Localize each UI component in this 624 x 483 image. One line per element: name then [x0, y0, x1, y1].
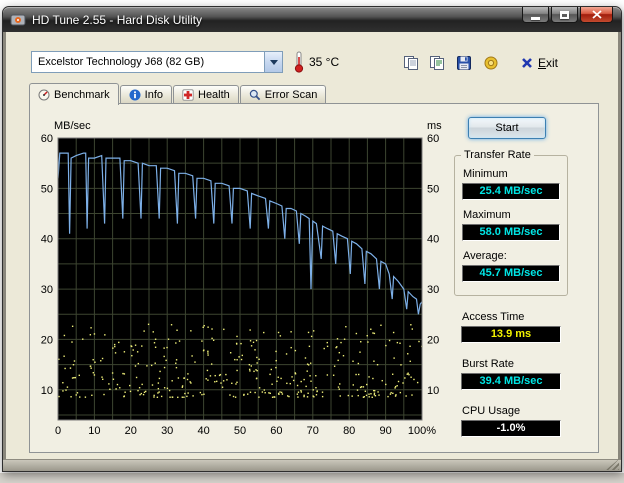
cpu-usage-stat: CPU Usage -1.0%: [454, 405, 568, 437]
drive-selector-value: Excelstor Technology J68 (82 GB): [38, 56, 205, 68]
tab-error-scan[interactable]: Error Scan: [239, 85, 327, 104]
app-window: HD Tune 2.55 - Hard Disk Utility Excelst…: [2, 6, 622, 472]
drive-selector[interactable]: Excelstor Technology J68 (82 GB): [31, 51, 283, 73]
svg-text:50: 50: [234, 425, 246, 437]
svg-text:10: 10: [88, 425, 100, 437]
cpu-usage-label: CPU Usage: [462, 405, 521, 417]
svg-text:20: 20: [41, 334, 53, 346]
svg-text:30: 30: [161, 425, 173, 437]
svg-text:80: 80: [343, 425, 355, 437]
svg-text:20: 20: [125, 425, 137, 437]
svg-text:40: 40: [427, 234, 439, 246]
minimum-value: 25.4 MB/sec: [462, 183, 560, 200]
results-panel: Start Transfer Rate Minimum 25.4 MB/sec …: [454, 108, 574, 437]
tab-health[interactable]: Health: [173, 85, 239, 104]
health-icon: [182, 89, 194, 101]
options-icon: [484, 56, 498, 69]
start-button[interactable]: Start: [468, 117, 546, 139]
svg-text:ms: ms: [427, 120, 442, 132]
svg-text:90: 90: [379, 425, 391, 437]
maximize-button[interactable]: [551, 7, 578, 23]
minimum-label: Minimum: [463, 168, 508, 180]
svg-text:60: 60: [427, 133, 439, 145]
transfer-rate-group: Transfer Rate Minimum 25.4 MB/sec Maximu…: [454, 149, 568, 296]
average-label: Average:: [463, 250, 507, 262]
svg-text:0: 0: [55, 425, 61, 437]
minimize-button[interactable]: [522, 7, 549, 23]
tab-info[interactable]: Info: [119, 85, 172, 104]
options-button[interactable]: [480, 52, 502, 73]
info-icon: [129, 89, 141, 101]
save-icon: [457, 55, 471, 70]
close-button[interactable]: [580, 7, 613, 23]
svg-text:20: 20: [427, 334, 439, 346]
minimum-stat: Minimum 25.4 MB/sec: [462, 168, 560, 200]
window-bottom-frame: [3, 459, 621, 471]
svg-text:60: 60: [41, 133, 53, 145]
average-stat: Average: 45.7 MB/sec: [462, 250, 560, 282]
app-icon: [10, 12, 26, 28]
svg-text:100%: 100%: [408, 425, 436, 437]
error-scan-icon: [249, 89, 261, 101]
thermometer-icon: [293, 51, 305, 73]
exit-icon: [522, 58, 532, 68]
benchmark-panel: 60 50 40 30 20 10 60 50 40 30 20 10 0 10 20 30 40 50 60 70 8…: [29, 103, 599, 453]
svg-text:10: 10: [427, 385, 439, 397]
titlebar[interactable]: HD Tune 2.55 - Hard Disk Utility: [3, 7, 621, 32]
transfer-rate-title: Transfer Rate: [461, 149, 534, 161]
maximum-stat: Maximum 58.0 MB/sec: [462, 209, 560, 241]
copy-text-icon: [430, 55, 444, 70]
access-time-value: 13.9 ms: [461, 326, 561, 343]
maximum-label: Maximum: [463, 209, 511, 221]
temperature-value: 35 °C: [309, 55, 340, 69]
chevron-down-icon[interactable]: [264, 52, 282, 72]
exit-label: Exit: [538, 56, 559, 70]
svg-text:50: 50: [41, 183, 53, 195]
svg-text:50: 50: [427, 183, 439, 195]
copy-text-button[interactable]: [426, 52, 448, 73]
benchmark-icon: [38, 89, 50, 100]
maximize-icon: [560, 10, 569, 19]
burst-rate-label: Burst Rate: [462, 358, 514, 370]
maximum-value: 58.0 MB/sec: [462, 224, 560, 241]
average-value: 45.7 MB/sec: [462, 265, 560, 282]
svg-text:30: 30: [41, 284, 53, 296]
svg-text:MB/sec: MB/sec: [54, 120, 91, 132]
save-button[interactable]: [453, 52, 475, 73]
benchmark-chart: 60 50 40 30 20 10 60 50 40 30 20 10 0 10 20 30 40 50 60 70 8…: [41, 120, 442, 437]
close-icon: [591, 10, 602, 19]
window-title: HD Tune 2.55 - Hard Disk Utility: [32, 12, 203, 27]
resize-grip[interactable]: [606, 459, 619, 470]
copy-screenshot-button[interactable]: [400, 52, 422, 73]
svg-text:40: 40: [197, 425, 209, 437]
burst-rate-value: 39.4 MB/sec: [461, 373, 561, 390]
access-time-stat: Access Time 13.9 ms: [454, 311, 568, 343]
burst-rate-stat: Burst Rate 39.4 MB/sec: [454, 358, 568, 390]
cpu-usage-value: -1.0%: [461, 420, 561, 437]
window-controls: [522, 7, 613, 23]
svg-text:30: 30: [427, 284, 439, 296]
client-area: Excelstor Technology J68 (82 GB) 35 °C E…: [6, 32, 618, 459]
svg-text:10: 10: [41, 385, 53, 397]
minimize-icon: [531, 16, 540, 20]
svg-text:40: 40: [41, 234, 53, 246]
svg-text:60: 60: [270, 425, 282, 437]
svg-text:70: 70: [307, 425, 319, 437]
access-time-label: Access Time: [462, 311, 525, 323]
copy-screenshot-icon: [404, 55, 418, 70]
exit-button[interactable]: Exit: [517, 53, 562, 73]
tab-benchmark[interactable]: Benchmark: [29, 83, 119, 105]
tab-bar: Benchmark Info Health Error Scan: [29, 82, 327, 105]
